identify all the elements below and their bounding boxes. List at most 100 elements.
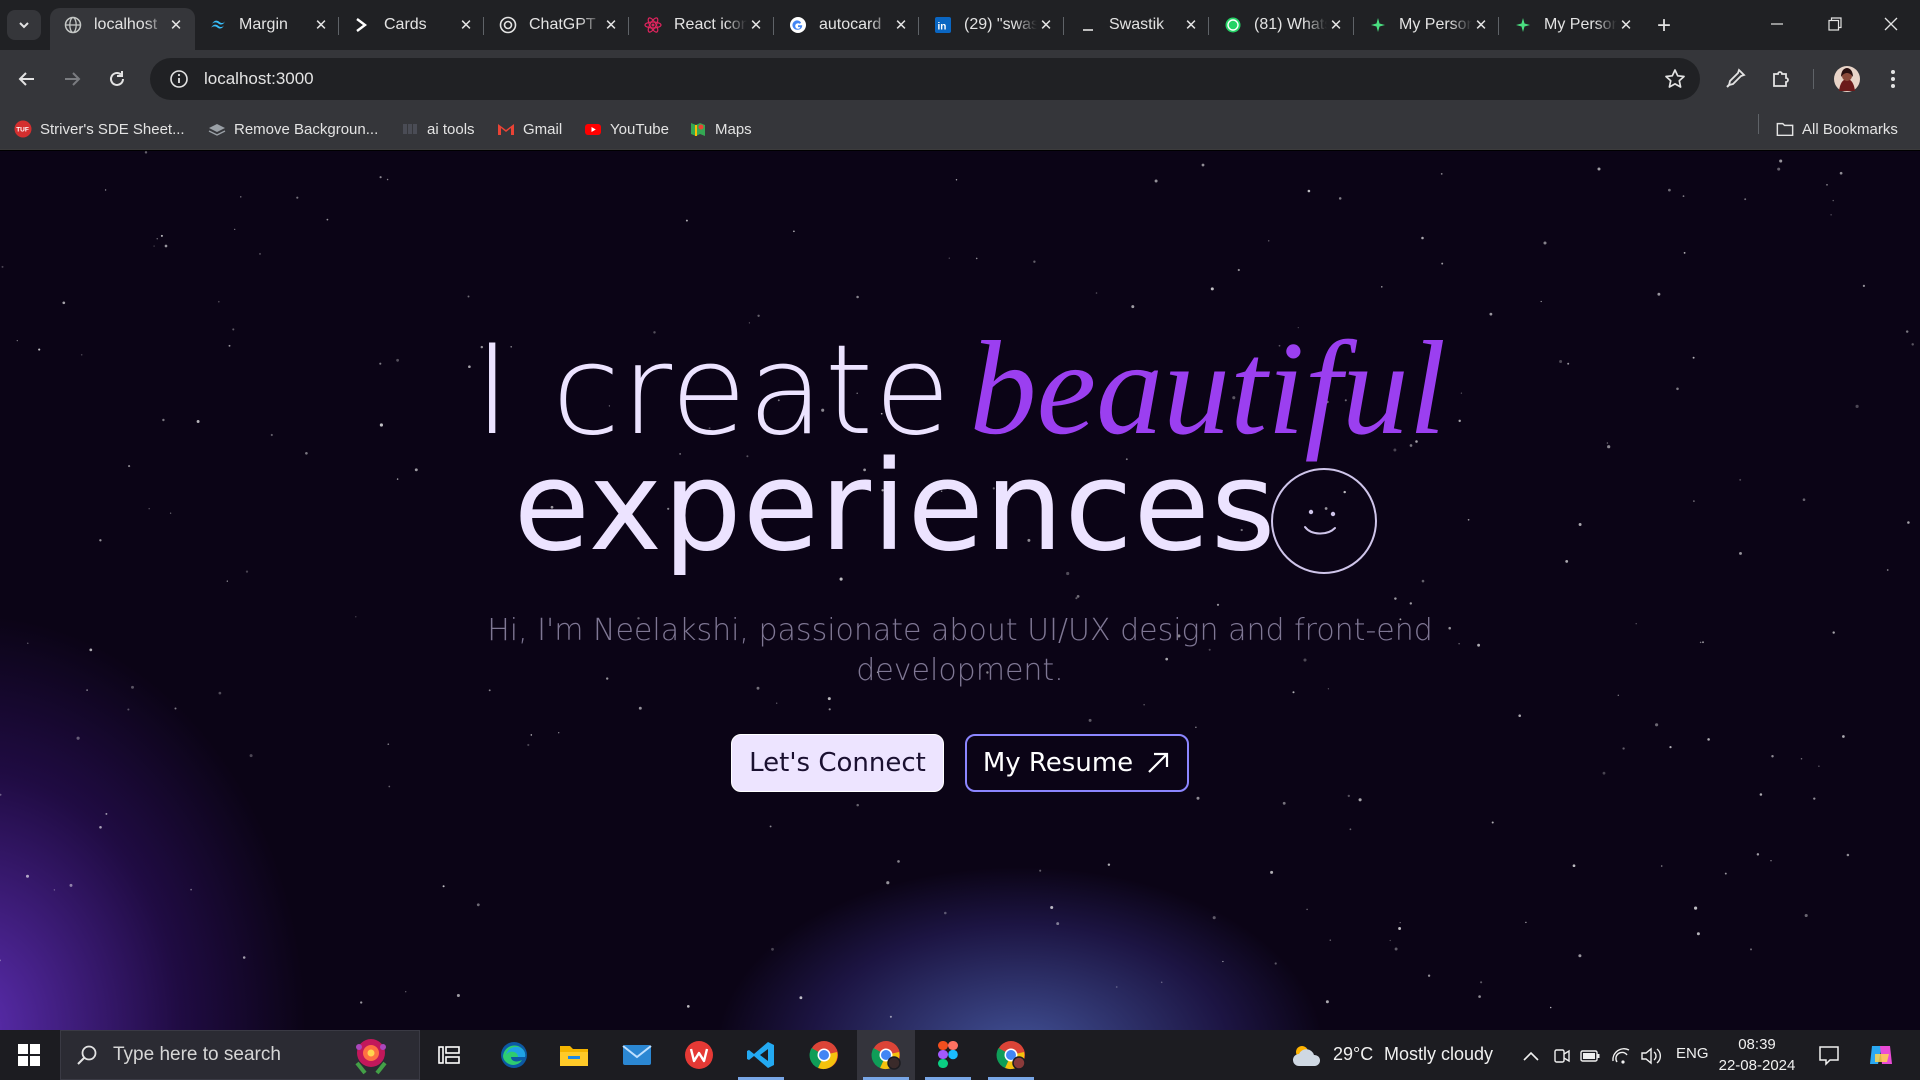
star-dot	[1694, 906, 1698, 910]
star-dot	[1813, 797, 1816, 800]
tab-autocard[interactable]: autocard ✕	[775, 8, 920, 42]
back-button[interactable]	[11, 63, 43, 95]
notifications-icon[interactable]	[1817, 1043, 1841, 1067]
tab-cards[interactable]: Cards ✕	[340, 8, 485, 42]
site-info-icon[interactable]	[158, 69, 200, 89]
star-dot	[1050, 905, 1054, 910]
chrome-profile-icon	[996, 1041, 1026, 1070]
chrome-menu-button[interactable]	[1879, 65, 1907, 93]
taskbar-edge[interactable]	[485, 1030, 543, 1080]
copilot-icon[interactable]	[1866, 1040, 1896, 1070]
tab-title: React icons	[674, 16, 747, 33]
bookmark-maps[interactable]: Maps	[689, 118, 752, 140]
vscode-icon	[747, 1042, 774, 1068]
eyedropper-extension-button[interactable]	[1721, 65, 1749, 93]
dash-icon	[1079, 16, 1097, 34]
star-dot	[1635, 623, 1637, 625]
star-dot	[975, 257, 978, 260]
lets-connect-button[interactable]: Let's Connect	[731, 734, 944, 792]
wifi-icon[interactable]	[1610, 1045, 1632, 1067]
reload-button[interactable]	[101, 63, 133, 95]
weather-description[interactable]: Mostly cloudy	[1384, 1044, 1493, 1065]
close-tab-icon[interactable]: ✕	[747, 16, 765, 34]
task-view-button[interactable]	[420, 1030, 478, 1080]
star-dot	[1696, 932, 1700, 936]
tab-react-icons[interactable]: React icons ✕	[630, 8, 775, 42]
avatar	[1834, 66, 1860, 92]
kebab-menu-icon	[1891, 70, 1895, 88]
tab-margin[interactable]: Margin ✕	[195, 8, 340, 42]
tab-chatgpt[interactable]: ChatGPT ✕	[485, 8, 630, 42]
taskbar-figma[interactable]	[919, 1030, 977, 1080]
show-hidden-icons-chevron-up-icon[interactable]	[1520, 1045, 1542, 1067]
star-dot	[955, 179, 958, 181]
tab-whatsapp[interactable]: (81) WhatsApp ✕	[1210, 8, 1355, 42]
close-tab-icon[interactable]: ✕	[1037, 16, 1055, 34]
toolbar-divider	[1813, 69, 1814, 89]
tab-swastik[interactable]: Swastik ✕	[1065, 8, 1210, 42]
bookmark-star-icon[interactable]	[1664, 68, 1686, 90]
tab-my-personal-1[interactable]: My Personal ✕	[1355, 8, 1500, 42]
star-dot	[1399, 921, 1401, 924]
weather-cloud-icon[interactable]	[1291, 1042, 1325, 1068]
close-tab-icon[interactable]: ✕	[1617, 16, 1635, 34]
tab-search-button[interactable]	[7, 10, 41, 40]
tab-title: autocard	[819, 16, 882, 33]
maps-icon	[689, 120, 707, 138]
bookmark-gmail[interactable]: Gmail	[497, 118, 562, 140]
all-bookmarks-button[interactable]: All Bookmarks	[1776, 118, 1898, 140]
star-dot	[1222, 960, 1224, 963]
star-dot	[249, 754, 253, 758]
weather-temperature[interactable]: 29°C	[1333, 1044, 1373, 1065]
battery-icon[interactable]	[1579, 1045, 1601, 1067]
taskbar-mail[interactable]	[608, 1030, 666, 1080]
taskbar-wps-office[interactable]	[670, 1030, 728, 1080]
tuf-icon: TUF	[14, 120, 32, 138]
svg-text:TUF: TUF	[16, 127, 29, 134]
new-tab-button[interactable]: +	[1650, 12, 1678, 40]
start-button[interactable]	[0, 1030, 58, 1080]
input-language[interactable]: ENG	[1676, 1045, 1709, 1062]
star-dot	[771, 947, 774, 951]
openai-icon	[499, 16, 517, 34]
close-tab-icon[interactable]: ✕	[167, 16, 185, 34]
close-tab-icon[interactable]: ✕	[312, 16, 330, 34]
tab-linkedin[interactable]: in (29) "swastik ✕	[920, 8, 1065, 42]
taskbar-chrome[interactable]	[795, 1030, 853, 1080]
restore-button[interactable]	[1806, 0, 1864, 48]
close-tab-icon[interactable]: ✕	[457, 16, 475, 34]
tab-my-personal-2[interactable]: My Personal ✕	[1500, 8, 1645, 42]
bookmark-ai-tools[interactable]: ai tools	[401, 118, 475, 140]
taskbar-search-box[interactable]: Type here to search	[60, 1030, 420, 1080]
tab-localhost[interactable]: localhost ✕	[50, 8, 195, 50]
bookmark-striver[interactable]: TUF Striver's SDE Sheet...	[14, 118, 185, 140]
close-tab-icon[interactable]: ✕	[602, 16, 620, 34]
star-dot	[897, 860, 900, 863]
my-resume-button[interactable]: My Resume	[965, 734, 1189, 792]
meet-now-icon[interactable]	[1551, 1045, 1573, 1067]
taskbar-clock[interactable]: 08:39 22-08-2024	[1712, 1034, 1802, 1076]
taskbar-file-explorer[interactable]	[545, 1030, 603, 1080]
address-bar[interactable]: localhost:3000	[150, 58, 1700, 100]
close-window-button[interactable]	[1862, 0, 1920, 48]
taskbar-vscode[interactable]	[732, 1030, 790, 1080]
close-tab-icon[interactable]: ✕	[1472, 16, 1490, 34]
star-dot	[827, 697, 831, 701]
minimize-button[interactable]	[1748, 0, 1806, 48]
close-tab-icon[interactable]: ✕	[1327, 16, 1345, 34]
close-tab-icon[interactable]: ✕	[892, 16, 910, 34]
taskbar-chrome-profile-2[interactable]	[982, 1030, 1040, 1080]
close-tab-icon[interactable]: ✕	[1182, 16, 1200, 34]
taskbar-chrome-profile-active[interactable]	[857, 1030, 915, 1080]
bookmark-youtube[interactable]: YouTube	[584, 118, 669, 140]
star-dot	[1237, 268, 1240, 272]
gmail-icon	[497, 120, 515, 138]
forward-button[interactable]	[56, 63, 88, 95]
star-dot	[1349, 828, 1352, 831]
bookmark-remove-background[interactable]: Remove Backgroun...	[208, 118, 378, 140]
star-dot	[160, 234, 163, 237]
extensions-button[interactable]	[1767, 65, 1795, 93]
chevron-down-icon	[19, 22, 29, 29]
profile-button[interactable]	[1833, 65, 1861, 93]
volume-icon[interactable]	[1640, 1045, 1662, 1067]
